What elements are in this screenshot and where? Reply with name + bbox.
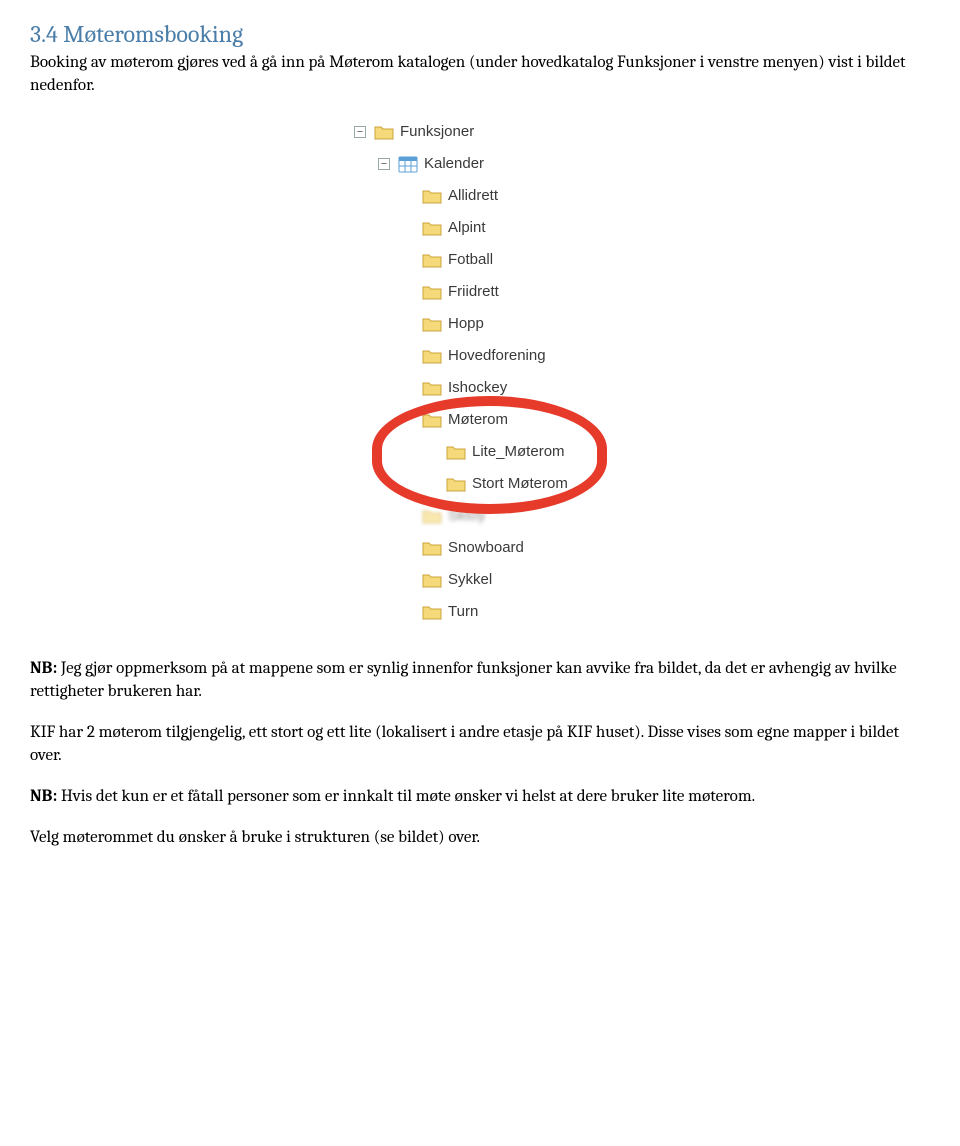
tree-label: Møterom xyxy=(448,411,508,428)
section-heading: 3.4 Møteromsbooking xyxy=(30,20,930,48)
tree-label: Friidrett xyxy=(448,283,499,300)
tree-item-moterom[interactable]: Møterom xyxy=(350,404,610,436)
folder-icon xyxy=(422,604,442,620)
tree-label: Funksjoner xyxy=(400,123,474,140)
tree-label: Lite_Møterom xyxy=(472,443,565,460)
folder-icon xyxy=(422,572,442,588)
folder-icon xyxy=(422,252,442,268)
tree-item[interactable]: Allidrett xyxy=(350,180,610,212)
folder-icon xyxy=(422,508,442,524)
tree-item[interactable]: Turn xyxy=(350,596,610,628)
tree-label: Ishockey xyxy=(448,379,507,396)
folder-icon xyxy=(422,316,442,332)
folder-tree: − Funksjoner − Kalender Allidrett Alpint… xyxy=(350,116,610,628)
tree-item[interactable]: Ishockey xyxy=(350,372,610,404)
calendar-icon xyxy=(398,155,418,173)
folder-icon xyxy=(422,348,442,364)
tree-item[interactable]: Hopp xyxy=(350,308,610,340)
folder-icon xyxy=(374,124,394,140)
tree-item-kalender[interactable]: − Kalender xyxy=(350,148,610,180)
folder-icon xyxy=(422,220,442,236)
folder-icon xyxy=(422,284,442,300)
collapse-icon[interactable]: − xyxy=(354,126,366,138)
tree-item[interactable]: Snowboard xyxy=(350,532,610,564)
tree-item[interactable]: Sykkel xyxy=(350,564,610,596)
tree-label: Alpint xyxy=(448,219,486,236)
nb2-text: Hvis det kun er et fåtall personer som e… xyxy=(57,787,755,806)
tree-label: Sktoy xyxy=(448,507,486,524)
nb1-text: Jeg gjør oppmerksom på at mappene som er… xyxy=(30,659,897,701)
folder-icon xyxy=(446,444,466,460)
tree-item[interactable]: Friidrett xyxy=(350,276,610,308)
folder-icon xyxy=(422,188,442,204)
collapse-icon[interactable]: − xyxy=(378,158,390,170)
nb-label: NB: xyxy=(30,659,57,678)
para-select-room: Velg møterommet du ønsker å bruke i stru… xyxy=(30,827,930,850)
folder-icon xyxy=(422,412,442,428)
nb1-paragraph: NB: Jeg gjør oppmerksom på at mappene so… xyxy=(30,658,930,704)
tree-label: Kalender xyxy=(424,155,484,172)
folder-icon xyxy=(422,380,442,396)
tree-item[interactable]: Alpint xyxy=(350,212,610,244)
tree-label: Stort Møterom xyxy=(472,475,568,492)
tree-label: Snowboard xyxy=(448,539,524,556)
tree-label: Hopp xyxy=(448,315,484,332)
tree-item[interactable]: Fotball xyxy=(350,244,610,276)
tree-label: Allidrett xyxy=(448,187,498,204)
tree-item-stort-moterom[interactable]: Stort Møterom xyxy=(350,468,610,500)
nb-label: NB: xyxy=(30,787,57,806)
tree-item-funksjoner[interactable]: − Funksjoner xyxy=(350,116,610,148)
intro-paragraph: Booking av møterom gjøres ved å gå inn p… xyxy=(30,52,930,98)
tree-item[interactable]: Hovedforening xyxy=(350,340,610,372)
folder-icon xyxy=(422,540,442,556)
tree-label: Hovedforening xyxy=(448,347,546,364)
tree-label: Fotball xyxy=(448,251,493,268)
folder-icon xyxy=(446,476,466,492)
nb2-paragraph: NB: Hvis det kun er et fåtall personer s… xyxy=(30,786,930,809)
para-kif-rooms: KIF har 2 møterom tilgjengelig, ett stor… xyxy=(30,722,930,768)
tree-label: Turn xyxy=(448,603,478,620)
tree-label: Sykkel xyxy=(448,571,492,588)
tree-item-lite-moterom[interactable]: Lite_Møterom xyxy=(350,436,610,468)
tree-item-obscured[interactable]: Sktoy xyxy=(350,500,610,532)
